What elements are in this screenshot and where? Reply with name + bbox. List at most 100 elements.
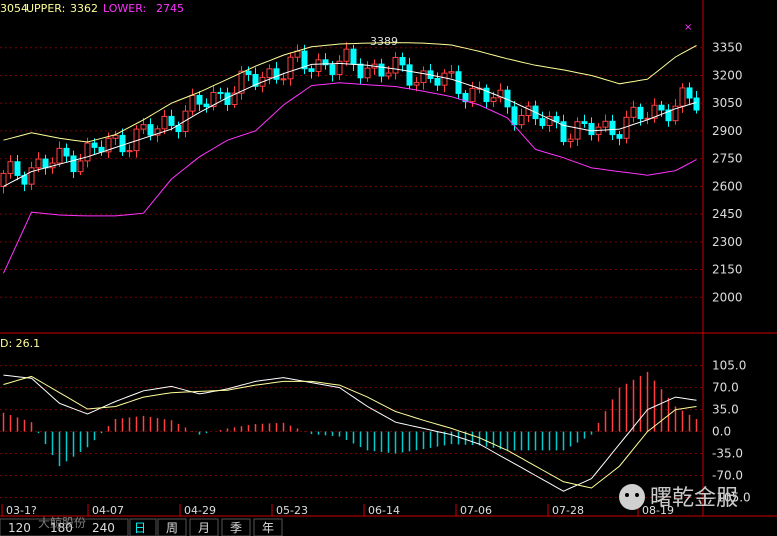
date-label: 06-14 <box>368 504 400 517</box>
candle-body <box>539 118 546 126</box>
candle-body <box>119 134 126 153</box>
date-label: 04-07 <box>92 504 124 517</box>
tab-month[interactable]: 月 <box>198 521 210 535</box>
price-tick-label: 3200 <box>712 68 743 82</box>
oscillator-label: D: 26.1 <box>0 337 40 350</box>
date-label: 04-29 <box>184 504 216 517</box>
candle-body <box>315 59 322 72</box>
candle-body <box>112 134 119 139</box>
price-ticks: 3350 3200 3050 2900 2750 2600 2450 2300 2150 2000 <box>712 41 743 305</box>
candle-body <box>420 70 427 84</box>
candle-body <box>287 56 294 80</box>
candle-body <box>70 155 77 173</box>
osc-tick-label: 70.0 <box>712 381 739 395</box>
osc-tick-label: -35.0 <box>712 447 743 461</box>
candle-body <box>518 115 525 126</box>
candle-body <box>581 121 588 124</box>
tab-quarter[interactable]: 季 <box>230 521 242 535</box>
upper-label: UPPER: <box>26 2 65 15</box>
candle-body <box>84 142 91 162</box>
candle-body <box>413 82 420 86</box>
candle-body <box>329 64 336 75</box>
candle-body <box>0 172 7 187</box>
candle-body <box>7 161 14 174</box>
watermark-text: 曙乾金服 <box>650 486 738 511</box>
watermark-faint-text: 大鲸股份 <box>38 515 86 530</box>
candle-body <box>245 70 252 75</box>
candle-body <box>350 48 357 65</box>
kline-chart: 3054 UPPER: 3362 LOWER: 2745 D: 26.1 × 3… <box>0 0 777 536</box>
upper-value: 3362 <box>70 2 98 15</box>
candle-body <box>686 87 693 99</box>
macd-bars <box>2 371 698 467</box>
candle-body <box>161 115 168 130</box>
osc-tick-label: 105.0 <box>712 359 746 373</box>
date-label: 07-28 <box>552 504 584 517</box>
tab-week[interactable]: 周 <box>166 521 178 535</box>
osc-tick-label: -70.0 <box>712 468 743 482</box>
candle-body <box>630 106 637 118</box>
candle-body <box>511 106 518 126</box>
candle-body <box>28 167 35 185</box>
mid-value: 3054 <box>0 2 28 15</box>
candle-body <box>602 120 609 128</box>
candle-body <box>574 121 581 140</box>
candle-body <box>91 142 98 148</box>
date-ticks: 03-1? 04-07 04-29 05-23 06-14 07-06 07-28 08-19 <box>1 504 674 517</box>
osc-tick-label: 35.0 <box>712 403 739 417</box>
price-tick-label: 3050 <box>712 96 743 110</box>
candle-body <box>448 71 455 74</box>
candle-body <box>77 160 84 173</box>
band-line-lower <box>3 82 697 274</box>
candles <box>0 42 700 194</box>
candle-body <box>385 72 392 77</box>
candle-body <box>637 106 644 120</box>
osc-lines <box>3 374 697 492</box>
tab-day[interactable]: 日 <box>134 521 146 535</box>
date-label: 03-1? <box>6 504 37 517</box>
candle-body <box>273 68 280 80</box>
candle-body <box>196 94 203 105</box>
date-label: 07-06 <box>460 504 492 517</box>
osc-line-dif <box>3 374 697 492</box>
price-tick-label: 2150 <box>712 263 743 277</box>
candle-body <box>658 104 665 111</box>
price-tick-label: 2600 <box>712 179 743 193</box>
candle-body <box>616 134 623 139</box>
candle-body <box>469 87 476 103</box>
candle-body <box>203 103 210 108</box>
tab-120[interactable]: 120 <box>8 521 31 535</box>
candle-body <box>343 48 350 62</box>
tab-year[interactable]: 年 <box>262 521 274 535</box>
candle-body <box>357 63 364 79</box>
candle-body <box>140 124 147 130</box>
tab-240[interactable]: 240 <box>92 521 115 535</box>
candle-body <box>588 122 595 136</box>
osc-tick-label: 0.0 <box>712 425 731 439</box>
candle-body <box>364 67 371 79</box>
wechat-icon <box>619 484 645 510</box>
peak-label: 3389 <box>370 35 398 48</box>
candle-body <box>399 57 406 66</box>
candle-body <box>406 64 413 86</box>
candle-body <box>56 147 63 164</box>
candle-body <box>42 158 49 169</box>
candle-body <box>14 161 21 176</box>
candle-body <box>679 87 686 107</box>
candle-body <box>434 77 441 86</box>
candle-body <box>35 158 42 169</box>
price-tick-label: 2450 <box>712 207 743 221</box>
candle-body <box>609 120 616 136</box>
candle-body <box>294 50 301 58</box>
grid-layer <box>0 47 703 498</box>
candle-body <box>308 68 315 72</box>
candle-body <box>378 63 385 77</box>
band-lines <box>3 42 697 274</box>
candle-body <box>266 68 273 78</box>
candle-body <box>63 147 70 157</box>
candle-body <box>217 91 224 94</box>
candle-body <box>441 72 448 86</box>
price-tick-label: 2900 <box>712 124 743 138</box>
osc-line-dea <box>3 375 697 489</box>
candle-body <box>147 124 154 136</box>
